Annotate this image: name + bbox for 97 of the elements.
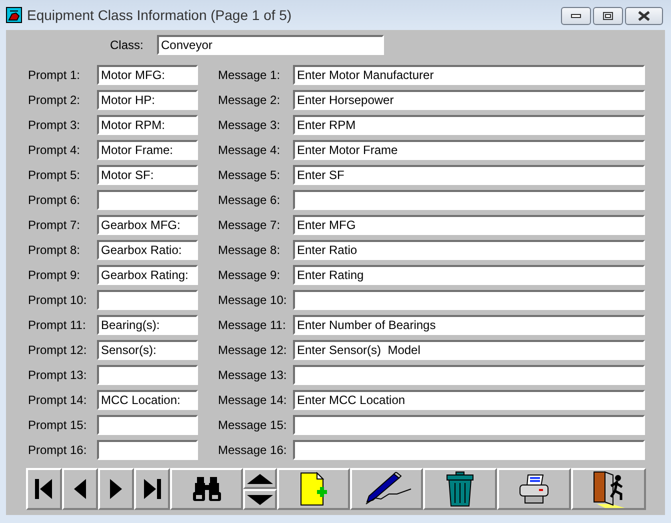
message-field[interactable]: Enter Ratio [293, 240, 645, 260]
prompt-field[interactable]: Motor Frame: [97, 140, 198, 160]
prompt-field[interactable]: Gearbox Ratio: [97, 240, 198, 260]
minimize-icon [571, 14, 581, 18]
prompt-label: Prompt 12: [28, 342, 88, 356]
last-record-button[interactable] [134, 468, 170, 510]
new-document-icon [300, 472, 328, 506]
prompt-field[interactable]: Gearbox Rating: [97, 264, 198, 284]
close-button[interactable] [625, 7, 663, 25]
prompt-label: Prompt 16: [28, 442, 88, 456]
prompt-label: Prompt 6: [28, 192, 82, 206]
prompt-label: Prompt 13: [28, 368, 88, 382]
running-figure-door-icon [590, 470, 626, 508]
message-label: Message 10: [218, 292, 288, 306]
message-label: Message 9: [218, 268, 282, 282]
message-field[interactable]: Enter Sensor(s) Model [293, 340, 645, 360]
skip-to-start-icon [34, 478, 54, 500]
message-label: Message 14: [218, 392, 288, 406]
prompt-label: Prompt 7: [28, 218, 82, 232]
find-button[interactable] [170, 468, 243, 510]
prompt-label: Prompt 4: [28, 142, 82, 156]
message-label: Message 1: [218, 68, 282, 82]
triangle-up-icon [246, 472, 274, 484]
printer-icon [519, 474, 549, 504]
message-label: Message 6: [218, 192, 282, 206]
prompt-field[interactable] [97, 440, 198, 460]
edit-button[interactable] [350, 468, 423, 510]
message-field[interactable]: Enter Number of Bearings [293, 314, 645, 334]
message-field[interactable] [293, 190, 645, 210]
prompt-field[interactable]: Motor SF: [97, 164, 198, 184]
app-icon [6, 7, 22, 23]
message-label: Message 12: [218, 342, 288, 356]
triangle-right-icon [109, 478, 123, 500]
prompt-field[interactable] [97, 414, 198, 434]
scroll-up-button[interactable] [243, 468, 277, 489]
message-field[interactable] [293, 414, 645, 434]
message-label: Message 2: [218, 92, 282, 106]
triangle-left-icon [73, 478, 87, 500]
message-label: Message 16: [218, 442, 288, 456]
message-label: Message 11: [218, 318, 287, 332]
prompt-field[interactable] [97, 364, 198, 384]
prompt-label: Prompt 9: [28, 268, 82, 282]
next-record-button[interactable] [98, 468, 134, 510]
close-icon [638, 11, 650, 21]
window-title: Equipment Class Information (Page 1 of 5) [27, 7, 292, 23]
prompt-label: Prompt 11: [28, 318, 87, 332]
first-record-button[interactable] [26, 468, 62, 510]
prompt-field[interactable]: Motor MFG: [97, 64, 198, 84]
previous-record-button[interactable] [62, 468, 98, 510]
prompt-field[interactable]: Motor HP: [97, 90, 198, 110]
maximize-button[interactable] [593, 7, 623, 25]
message-label: Message 7: [218, 218, 282, 232]
message-field[interactable] [293, 440, 645, 460]
message-field[interactable]: Enter RPM [293, 114, 645, 134]
delete-button[interactable] [423, 468, 497, 510]
prompt-field[interactable]: Bearing(s): [97, 314, 198, 334]
message-label: Message 8: [218, 242, 282, 256]
message-label: Message 5: [218, 168, 282, 182]
triangle-down-icon [246, 494, 274, 506]
prompt-label: Prompt 3: [28, 118, 82, 132]
prompt-label: Prompt 1: [28, 68, 82, 82]
message-label: Message 13: [218, 368, 288, 382]
prompt-field[interactable]: Gearbox MFG: [97, 214, 198, 234]
message-field[interactable]: Enter MFG [293, 214, 645, 234]
message-field[interactable]: Enter Horsepower [293, 90, 645, 110]
print-button[interactable] [497, 468, 571, 510]
scroll-down-button[interactable] [243, 489, 277, 510]
prompt-field[interactable]: Sensor(s): [97, 340, 198, 360]
message-field[interactable] [293, 364, 645, 384]
message-label: Message 3: [218, 118, 282, 132]
new-record-button[interactable] [277, 468, 350, 510]
prompt-field[interactable] [97, 190, 198, 210]
skip-to-end-icon [142, 478, 162, 500]
minimize-button[interactable] [561, 7, 591, 25]
prompt-label: Prompt 8: [28, 242, 82, 256]
class-field[interactable]: Conveyor [157, 35, 384, 55]
prompt-label: Prompt 10: [28, 292, 88, 306]
prompt-field[interactable]: MCC Location: [97, 390, 198, 410]
prompt-label: Prompt 5: [28, 168, 82, 182]
prompt-field[interactable] [97, 290, 198, 310]
message-label: Message 15: [218, 418, 288, 432]
message-field[interactable] [293, 290, 645, 310]
message-field[interactable]: Enter Rating [293, 264, 645, 284]
message-field[interactable]: Enter Motor Frame [293, 140, 645, 160]
message-field[interactable]: Enter MCC Location [293, 390, 645, 410]
exit-button[interactable] [571, 468, 646, 510]
message-field[interactable]: Enter SF [293, 164, 645, 184]
prompt-label: Prompt 15: [28, 418, 88, 432]
prompt-field[interactable]: Motor RPM: [97, 114, 198, 134]
class-label: Class: [110, 38, 144, 52]
maximize-icon [603, 12, 613, 20]
trash-can-icon [446, 471, 474, 507]
prompt-label: Prompt 14: [28, 392, 88, 406]
message-field[interactable]: Enter Motor Manufacturer [293, 64, 645, 84]
prompt-label: Prompt 2: [28, 92, 82, 106]
binoculars-icon [192, 476, 222, 502]
message-label: Message 4: [218, 142, 282, 156]
